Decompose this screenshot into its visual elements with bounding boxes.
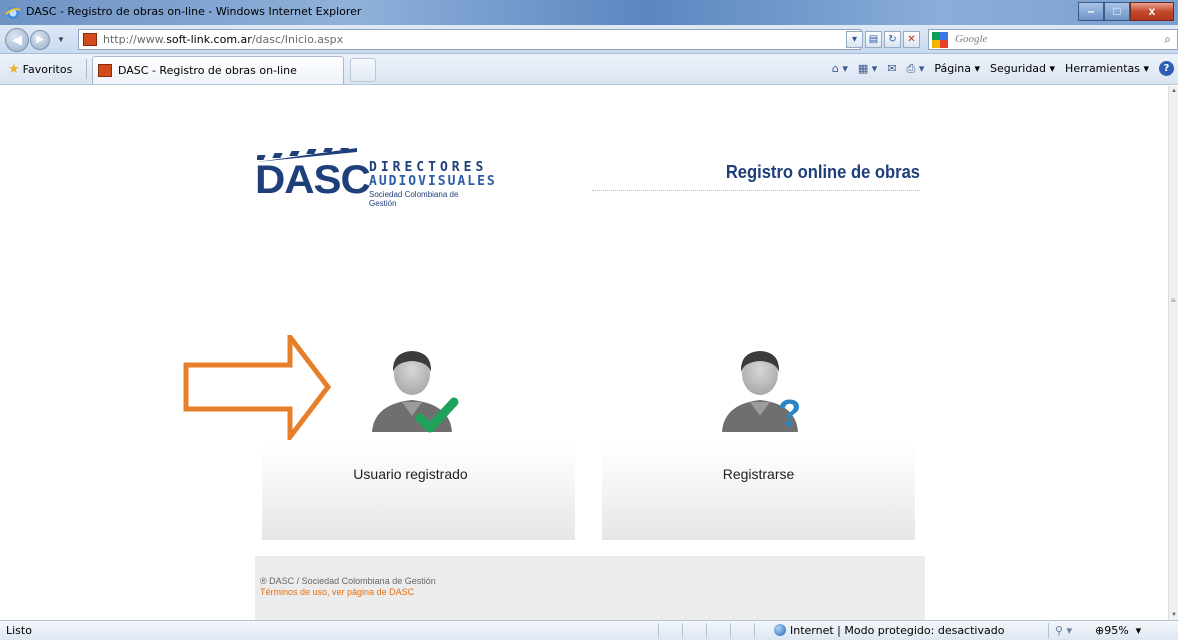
refresh-icon[interactable]: ↻ — [884, 31, 901, 48]
logo-brand: DASC — [255, 158, 371, 202]
star-icon: ★ — [8, 62, 20, 77]
favorites-bar: ★ Favoritos DASC - Registro de obras on-l… — [0, 54, 1178, 85]
vertical-scrollbar[interactable]: ▲ ≡ ▼ — [1168, 86, 1178, 620]
tools-menu[interactable]: Herramientas ▾ — [1065, 62, 1149, 75]
command-bar: ⌂ ▾ ▦ ▾ ✉ ⎙ ▾ Página ▾ Seguridad ▾ Herra… — [832, 61, 1174, 76]
address-toolbar: ◀ ▶ ▼ http://www.soft-link.com.ar/dasc/I… — [0, 25, 1178, 54]
logo-line2: AUDIOVISUALES — [369, 174, 497, 189]
forward-button[interactable]: ▶ — [30, 30, 50, 50]
window-titlebar: DASC - Registro de obras on-line - Windo… — [0, 0, 1178, 25]
tab-favicon-icon — [98, 64, 112, 77]
stop-icon[interactable]: ✕ — [903, 31, 920, 48]
print-icon[interactable]: ⎙ ▾ — [907, 62, 925, 76]
minimize-button[interactable]: – — [1078, 2, 1104, 21]
dasc-logo: DASC DIRECTORES AUDIOVISUALES Sociedad C… — [255, 148, 495, 208]
status-bar: Listo Internet | Modo protegido: desacti… — [0, 620, 1178, 640]
forward-arrow-icon: ▶ — [36, 34, 44, 45]
scroll-up-icon[interactable]: ▲ — [1169, 86, 1178, 96]
compatibility-view-icon[interactable]: ▤ — [865, 31, 882, 48]
status-divider — [658, 623, 659, 638]
back-button[interactable]: ◀ — [5, 28, 29, 52]
help-icon[interactable]: ? — [1159, 61, 1174, 76]
status-divider — [682, 623, 683, 638]
tab-dasc[interactable]: DASC - Registro de obras on-line — [92, 56, 344, 84]
page-viewport: DASC DIRECTORES AUDIOVISUALES Sociedad C… — [0, 86, 1168, 620]
footer-terms-link[interactable]: Términos de uso, ver página de DASC — [260, 587, 414, 597]
address-tools: ▾ ▤ ↻ ✕ — [846, 31, 920, 48]
logo-line3: Sociedad Colombiana de Gestión — [369, 190, 459, 208]
security-zone[interactable]: Internet | Modo protegido: desactivado — [774, 624, 1004, 637]
home-icon[interactable]: ⌂ ▾ — [832, 62, 848, 75]
close-button[interactable]: x — [1130, 2, 1174, 21]
page-menu[interactable]: Página ▾ — [934, 62, 980, 75]
google-icon — [932, 32, 948, 48]
search-placeholder: Google — [955, 33, 988, 45]
status-divider — [706, 623, 707, 638]
globe-icon — [774, 624, 786, 636]
zoom-level[interactable]: ⊕95% ▾ — [1095, 624, 1141, 637]
address-dropdown-icon[interactable]: ▾ — [846, 31, 863, 48]
new-tab-button[interactable] — [350, 58, 376, 82]
scroll-down-icon[interactable]: ▼ — [1169, 610, 1178, 620]
favorites-button[interactable]: ★ Favoritos — [8, 62, 72, 77]
footer-copyright: ® DASC / Sociedad Colombiana de Gestión — [260, 576, 436, 586]
address-url[interactable]: http://www.soft-link.com.ar/dasc/Inicio.… — [103, 33, 343, 46]
svg-text:?: ? — [778, 393, 801, 435]
title-divider — [592, 190, 920, 191]
status-divider — [754, 623, 755, 638]
scroll-grip-icon[interactable]: ≡ — [1171, 296, 1176, 305]
history-dropdown-icon[interactable]: ▼ — [57, 35, 65, 44]
registered-user-card[interactable]: Usuario registrado — [262, 444, 575, 540]
security-menu[interactable]: Seguridad ▾ — [990, 62, 1055, 75]
page-title: Registro online de obras — [725, 162, 920, 182]
register-label[interactable]: Registrarse — [602, 466, 915, 482]
orange-arrow-icon — [183, 335, 332, 440]
address-bar[interactable]: http://www.soft-link.com.ar/dasc/Inicio.… — [78, 29, 861, 50]
new-user-icon[interactable]: ? — [716, 342, 826, 442]
registered-user-icon[interactable] — [362, 342, 472, 442]
registered-user-label[interactable]: Usuario registrado — [254, 466, 567, 482]
toolbar-divider — [86, 59, 87, 79]
logo-line1: DIRECTORES — [369, 160, 488, 175]
window-title: DASC - Registro de obras on-line - Windo… — [26, 5, 362, 18]
back-arrow-icon: ◀ — [12, 32, 22, 47]
mail-icon[interactable]: ✉ — [887, 62, 896, 75]
site-favicon-icon — [83, 33, 97, 46]
window-controls: – □ x — [1078, 2, 1174, 21]
feeds-icon[interactable]: ▦ ▾ — [858, 62, 877, 75]
page-footer: ® DASC / Sociedad Colombiana de Gestión … — [255, 556, 925, 620]
search-icon[interactable]: ⌕ — [1164, 32, 1171, 47]
status-text: Listo — [6, 624, 32, 637]
status-divider — [1048, 623, 1049, 638]
status-divider — [730, 623, 731, 638]
tab-label: DASC - Registro de obras on-line — [118, 64, 297, 77]
internet-explorer-icon — [5, 7, 21, 19]
search-box[interactable]: Google ⌕ — [928, 29, 1178, 50]
maximize-button[interactable]: □ — [1104, 2, 1130, 21]
register-card[interactable]: Registrarse — [602, 444, 915, 540]
protected-mode-icon[interactable]: ⚲ ▾ — [1055, 624, 1072, 637]
